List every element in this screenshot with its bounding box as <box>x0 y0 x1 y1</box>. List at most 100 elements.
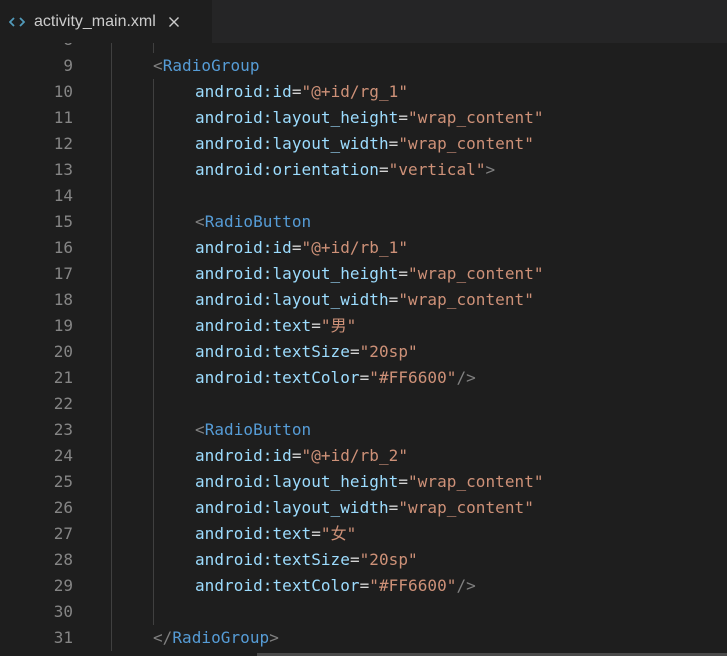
indent-guide <box>111 261 112 287</box>
line-number: 19 <box>53 316 73 335</box>
code-lines: 89<RadioGroup10android:id="@+id/rg_1"11a… <box>0 43 727 651</box>
line-number: 12 <box>53 134 73 153</box>
code-token: "@+id/rb_1" <box>301 238 409 257</box>
code-token: android:text <box>195 524 312 543</box>
indent-guide <box>111 339 112 365</box>
code-line[interactable]: 8 <box>0 43 727 53</box>
code-line[interactable]: 30 <box>0 599 727 625</box>
code-line[interactable]: 15 <RadioButton <box>0 209 727 235</box>
code-line[interactable]: 20 android:textSize="20sp" <box>0 339 727 365</box>
code-text: android:text="女" <box>195 521 356 547</box>
code-line[interactable]: 18 android:layout_width="wrap_content" <box>0 287 727 313</box>
code-token: android:text <box>195 316 312 335</box>
code-line[interactable]: 13 android:orientation="vertical"> <box>0 157 727 183</box>
code-line[interactable]: 17 android:layout_height="wrap_content" <box>0 261 727 287</box>
code-line[interactable]: 25 android:layout_height="wrap_content" <box>0 469 727 495</box>
code-token: = <box>359 576 370 595</box>
indent-guide <box>153 261 154 287</box>
indent-guide <box>153 417 154 443</box>
code-line[interactable]: 12 android:layout_width="wrap_content" <box>0 131 727 157</box>
line-number: 21 <box>53 368 73 387</box>
code-line[interactable]: 23 <RadioButton <box>0 417 727 443</box>
line-number: 25 <box>53 472 73 491</box>
code-token: "20sp" <box>359 550 418 569</box>
code-text: android:textColor="#FF6600"/> <box>195 365 476 391</box>
indent-guide <box>153 547 154 573</box>
code-line[interactable]: 16 android:id="@+id/rb_1" <box>0 235 727 261</box>
code-line[interactable]: 19 android:text="男" <box>0 313 727 339</box>
code-brackets-icon <box>8 13 26 31</box>
code-token: "#FF6600" <box>369 576 457 595</box>
tab-bar: activity_main.xml <box>0 0 727 43</box>
code-token: "wrap_content" <box>398 134 534 153</box>
code-line[interactable]: 11 android:layout_height="wrap_content" <box>0 105 727 131</box>
code-line[interactable]: 10 android:id="@+id/rg_1" <box>0 79 727 105</box>
editor-window: activity_main.xml 89<RadioGroup10android… <box>0 0 727 656</box>
code-line[interactable]: 28 android:textSize="20sp" <box>0 547 727 573</box>
code-token: "wrap_content" <box>408 264 544 283</box>
code-token: "wrap_content" <box>408 472 544 491</box>
code-token: "20sp" <box>359 342 418 361</box>
line-number: 27 <box>53 524 73 543</box>
code-token: "男" <box>320 316 357 335</box>
code-line[interactable]: 9 <RadioGroup <box>0 53 727 79</box>
code-token: = <box>349 550 360 569</box>
code-token: android:orientation <box>195 160 379 179</box>
code-token: "wrap_content" <box>408 108 544 127</box>
code-line[interactable]: 27 android:text="女" <box>0 521 727 547</box>
code-token: android:id <box>195 238 292 257</box>
indent-guide <box>111 391 112 417</box>
indent-guide <box>153 573 154 599</box>
code-token: = <box>398 108 409 127</box>
indent-guide <box>111 599 112 625</box>
code-token: android:layout_height <box>195 108 399 127</box>
indent-guide <box>111 495 112 521</box>
code-text: android:layout_height="wrap_content" <box>195 469 544 495</box>
close-icon[interactable] <box>167 15 181 29</box>
code-line[interactable]: 31 </RadioGroup> <box>0 625 727 651</box>
indent-guide <box>111 443 112 469</box>
code-line[interactable]: 29 android:textColor="#FF6600"/> <box>0 573 727 599</box>
line-number: 26 <box>53 498 73 517</box>
code-line[interactable]: 21 android:textColor="#FF6600"/> <box>0 365 727 391</box>
code-line[interactable]: 14 <box>0 183 727 209</box>
code-text: android:layout_width="wrap_content" <box>195 287 534 313</box>
code-token: RadioGroup <box>162 56 260 75</box>
indent-guide <box>111 131 112 157</box>
line-number: 30 <box>53 602 73 621</box>
code-token: android:textColor <box>195 368 360 387</box>
code-token: = <box>291 82 302 101</box>
indent-guide <box>153 495 154 521</box>
code-token: < <box>195 212 205 231</box>
code-token: RadioGroup <box>172 628 270 647</box>
line-number: 31 <box>53 628 73 647</box>
tab-activity-main-xml[interactable]: activity_main.xml <box>0 0 212 43</box>
line-number: 13 <box>53 160 73 179</box>
code-text: android:textSize="20sp" <box>195 339 418 365</box>
code-token: "wrap_content" <box>398 290 534 309</box>
indent-guide <box>153 79 154 105</box>
indent-guide <box>153 469 154 495</box>
code-token: = <box>378 160 389 179</box>
indent-guide <box>111 43 112 53</box>
indent-guide <box>153 235 154 261</box>
code-token: = <box>291 446 302 465</box>
code-token: > <box>485 160 496 179</box>
indent-guide <box>111 235 112 261</box>
code-line[interactable]: 24 android:id="@+id/rb_2" <box>0 443 727 469</box>
line-number: 15 <box>53 212 73 231</box>
line-number: 22 <box>53 394 73 413</box>
indent-guide <box>153 183 154 209</box>
code-token: = <box>388 498 399 517</box>
indent-guide <box>111 417 112 443</box>
code-token: = <box>311 316 321 335</box>
code-line[interactable]: 22 <box>0 391 727 417</box>
code-token: = <box>349 342 360 361</box>
code-text: android:orientation="vertical"> <box>195 157 495 183</box>
indent-guide <box>153 209 154 235</box>
line-number: 18 <box>53 290 73 309</box>
indent-guide <box>111 105 112 131</box>
code-editor[interactable]: 89<RadioGroup10android:id="@+id/rg_1"11a… <box>0 43 727 656</box>
code-token: = <box>291 238 302 257</box>
code-line[interactable]: 26 android:layout_width="wrap_content" <box>0 495 727 521</box>
